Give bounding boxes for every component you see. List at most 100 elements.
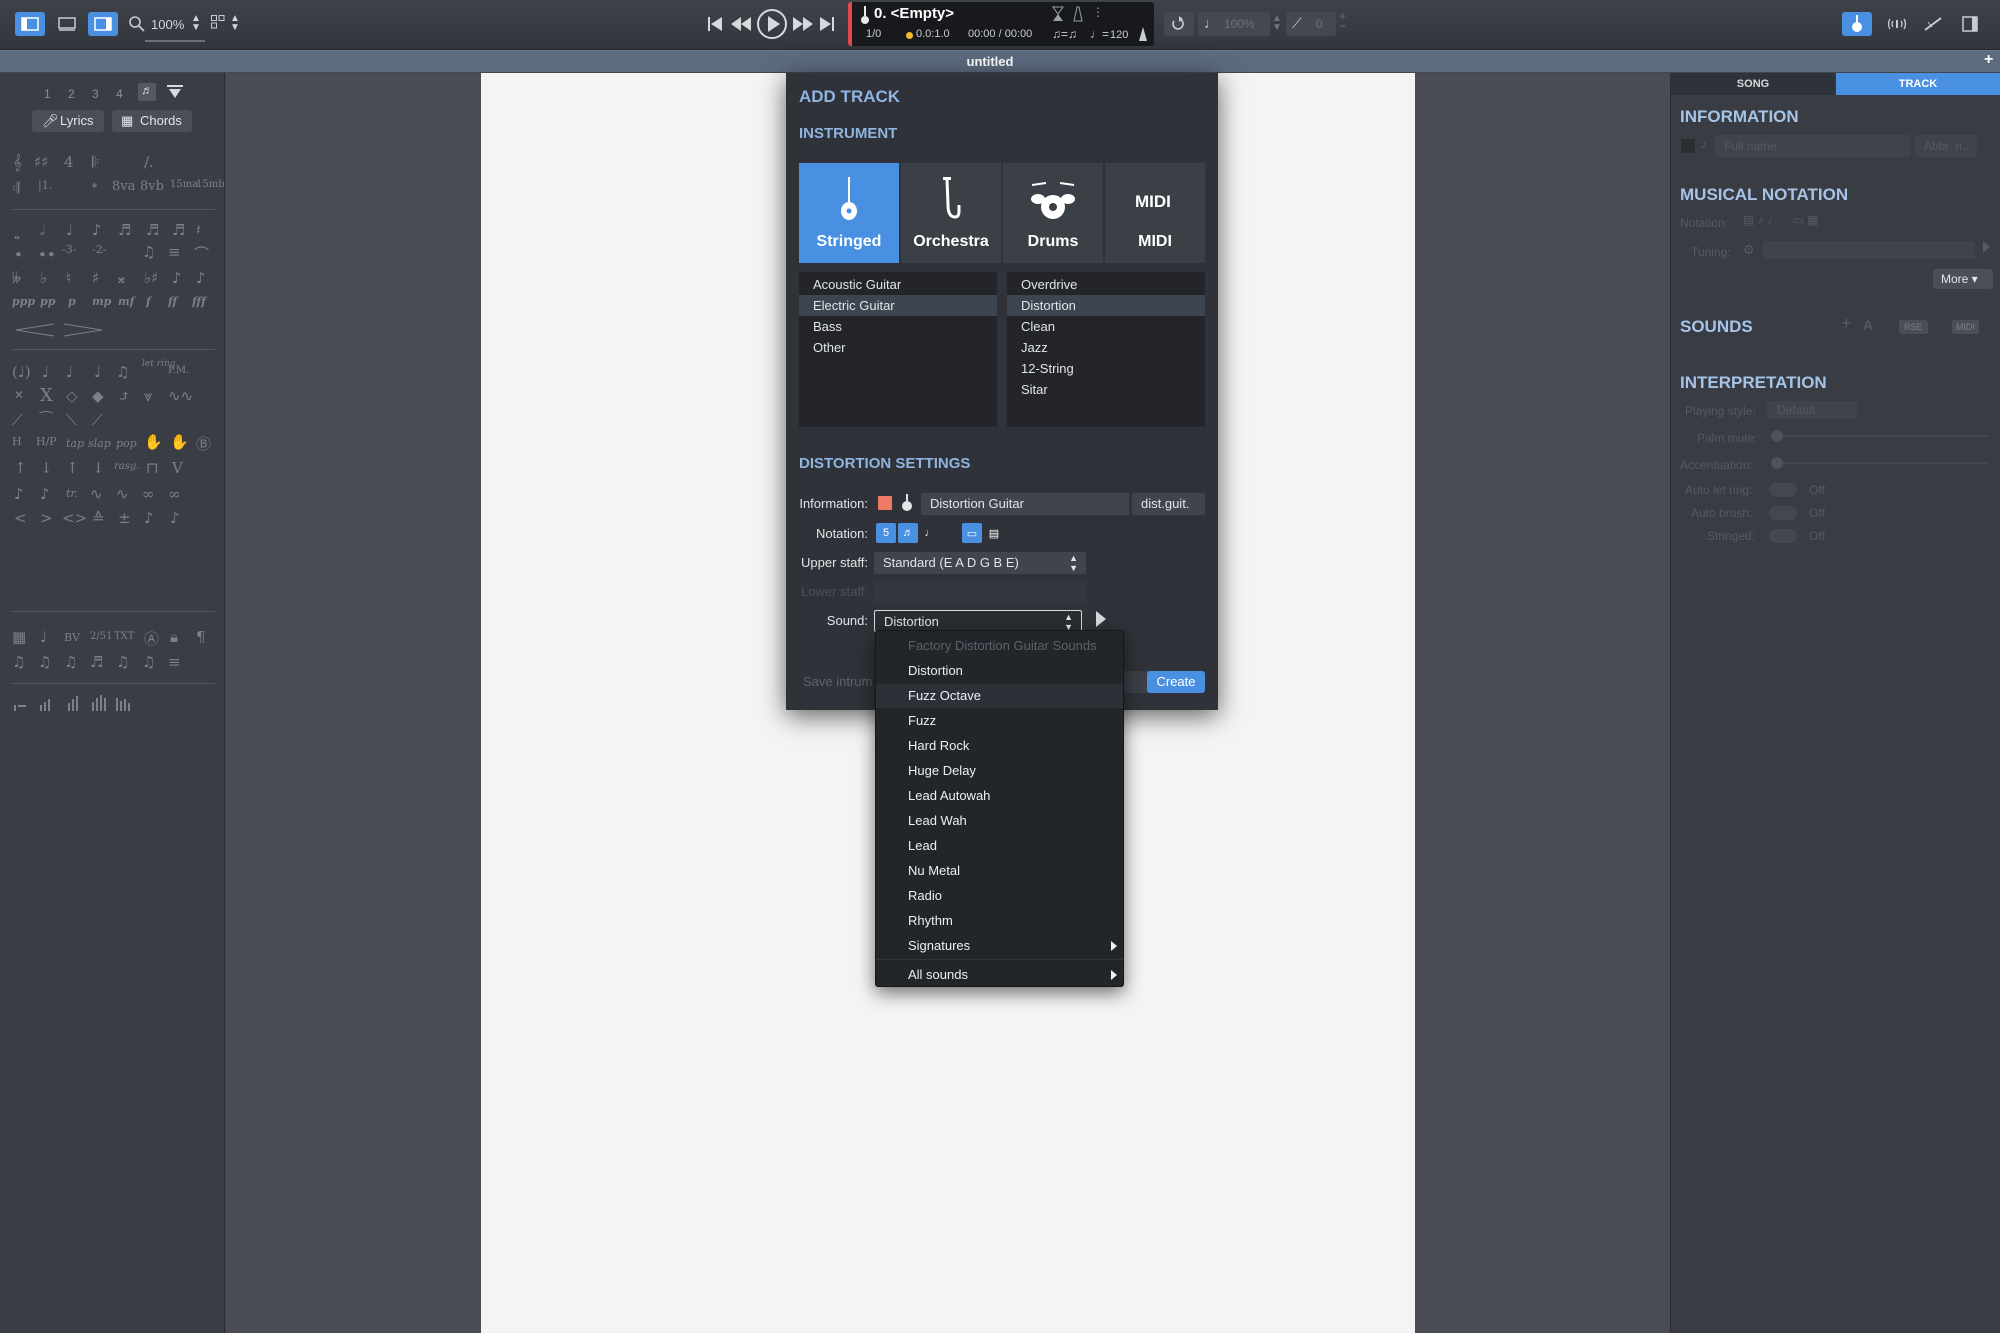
view-left-panel-button[interactable] xyxy=(15,12,45,36)
list-item[interactable]: Sitar xyxy=(1007,379,1205,400)
golpe-icon[interactable]: ♪ xyxy=(144,509,154,527)
auto-brush-toggle[interactable] xyxy=(1769,506,1797,520)
list-item[interactable]: Clean xyxy=(1007,316,1205,337)
dynamic-ff[interactable]: ff xyxy=(168,295,177,308)
slide-in-icon[interactable]: ⟋ xyxy=(92,411,103,429)
sharp-icon[interactable]: ♯ xyxy=(92,269,99,287)
track-lcd-display[interactable]: 0. <Empty> 1/0 0.0:1.0 00:00 / 00:00 ⋮ ♫… xyxy=(848,2,1154,46)
pop-text[interactable]: pop xyxy=(116,437,137,450)
heavy-accent-icon[interactable]: ♩ xyxy=(66,363,73,381)
menu-item[interactable]: Fuzz xyxy=(876,709,1123,733)
chord-diagram-palette-icon[interactable]: ▦ xyxy=(12,628,26,646)
beam-triple-icon[interactable]: ♬ xyxy=(90,653,103,671)
chords-button[interactable]: ▦ Chords xyxy=(112,110,192,132)
slide-icon[interactable]: ⟋ xyxy=(12,411,23,429)
rest-position-icon[interactable]: ≡ xyxy=(168,653,181,671)
full-name-field[interactable]: Full name xyxy=(1715,135,1911,157)
voice-1[interactable]: 1 xyxy=(44,87,51,101)
ottava-15mb[interactable]: 15mb xyxy=(196,179,225,190)
coda-icon[interactable]: 𝄌 xyxy=(92,179,97,197)
tempo-value[interactable]: 120 xyxy=(1110,29,1128,41)
stringed-toggle[interactable] xyxy=(1769,529,1797,543)
create-button[interactable]: Create xyxy=(1147,671,1205,693)
tuplet-icon[interactable]: -2- xyxy=(92,243,106,256)
right-hand-tap-icon[interactable]: ✋ xyxy=(170,433,189,451)
rse-badge[interactable]: RSE xyxy=(1899,320,1928,334)
golpe-finger-icon[interactable]: ♪ xyxy=(170,509,180,527)
tab-song[interactable]: SONG xyxy=(1671,73,1835,95)
abbreviated-name-field[interactable]: Abbr. n... xyxy=(1915,135,1977,157)
capo-stepper[interactable]: + − xyxy=(1339,10,1346,32)
velocity-levels-icon[interactable] xyxy=(12,693,142,713)
free-time-icon[interactable]: ♩ xyxy=(40,628,47,646)
beam-icon[interactable]: ♫ xyxy=(142,243,155,261)
menu-item[interactable]: Lead xyxy=(876,834,1123,858)
arpeggio-down-icon[interactable]: ↓ xyxy=(92,459,105,477)
beam-group-icon[interactable]: ♫ xyxy=(12,653,25,671)
beam-join-icon[interactable]: ♫ xyxy=(64,653,77,671)
dynamic-mf[interactable]: mf xyxy=(118,295,134,308)
menu-item[interactable]: Hard Rock xyxy=(876,734,1123,758)
loop-button[interactable] xyxy=(1164,12,1194,36)
zoom-level[interactable]: 100% xyxy=(151,17,184,32)
standard-notation-toggle[interactable]: ♬ xyxy=(898,523,918,543)
dynamic-p[interactable]: p xyxy=(68,295,76,308)
list-item[interactable]: Overdrive xyxy=(1007,274,1205,295)
vibrato-icon[interactable]: ∿∿ xyxy=(168,387,193,405)
grace-note-icon[interactable]: ♪ xyxy=(172,269,182,287)
repeat-bar-icon[interactable]: ∕. xyxy=(144,153,154,171)
more-button[interactable]: More ▾ xyxy=(1933,269,1993,289)
tap-text[interactable]: tap xyxy=(66,437,84,450)
clear-accidentals-icon[interactable]: ♭♯ xyxy=(144,269,158,287)
whammy-icon[interactable]: ⩔ xyxy=(144,387,152,405)
sound-button[interactable] xyxy=(1882,12,1912,36)
new-tab-icon[interactable]: + xyxy=(1984,51,1993,69)
category-midi[interactable]: MIDI MIDI xyxy=(1105,163,1205,263)
midi-badge[interactable]: MIDI xyxy=(1952,320,1979,334)
list-item[interactable]: 12-String xyxy=(1007,358,1205,379)
stem-direction-icon[interactable]: ♫ xyxy=(142,653,155,671)
slide-out-icon[interactable]: ⟍ xyxy=(66,411,77,429)
trill-note-icon[interactable]: ♪ xyxy=(14,485,24,503)
quarter-note-icon[interactable]: ♩ xyxy=(66,221,73,239)
rewind-icon[interactable] xyxy=(730,15,752,33)
menu-item[interactable]: Rhythm xyxy=(876,909,1123,933)
list-item-selected[interactable]: Distortion xyxy=(1007,295,1205,316)
menu-item-signatures[interactable]: Signatures xyxy=(876,934,1123,958)
view-right-panel-button[interactable] xyxy=(88,12,118,36)
barre-icon[interactable]: ≙ xyxy=(92,509,105,527)
list-item[interactable]: Jazz xyxy=(1007,337,1205,358)
rasgueado-text[interactable]: rasg. xyxy=(114,461,139,472)
play-icon[interactable] xyxy=(756,8,788,40)
turn-icon[interactable]: ∞ xyxy=(142,485,155,503)
sound-select[interactable]: Distortion ▲ ▼ xyxy=(874,610,1082,632)
guitar-body-icon[interactable] xyxy=(901,494,913,512)
go-to-start-icon[interactable] xyxy=(706,15,724,33)
crescendo-decrescendo-icon[interactable] xyxy=(14,323,104,337)
palm-mute-knob[interactable] xyxy=(1771,430,1783,442)
list-item[interactable]: Acoustic Guitar xyxy=(799,274,997,295)
wide-vibrato-icon[interactable]: ∿ xyxy=(90,485,103,503)
palm-mute-text[interactable]: P.M. xyxy=(168,365,189,376)
half-note-icon[interactable]: 𝅗𝅥 xyxy=(40,221,45,239)
treble-clef-icon[interactable]: 𝄞 xyxy=(13,153,22,171)
playing-style-select[interactable]: Default xyxy=(1767,401,1857,419)
grace-note-after-icon[interactable]: ♪ xyxy=(196,269,206,287)
pilcrow-icon[interactable]: ¶ xyxy=(196,628,206,646)
inspector-button[interactable] xyxy=(1842,12,1872,36)
alternate-ending-icon[interactable]: |1. xyxy=(38,179,52,192)
lyrics-button[interactable]: 🎤︎ Lyrics xyxy=(32,110,104,132)
auto-beam-icon[interactable]: ♫ xyxy=(116,653,129,671)
fingering-icon[interactable]: Ⓑ xyxy=(196,433,211,454)
save-instrument-button[interactable]: Save intrum xyxy=(799,671,879,693)
menu-item[interactable]: Distortion xyxy=(876,659,1123,683)
palette-collapse-icon[interactable] xyxy=(166,85,184,99)
zoom-stepper[interactable]: ▲ ▼ xyxy=(191,14,201,33)
hammer-on-icon[interactable]: H xyxy=(12,435,22,448)
flat-icon[interactable]: ♭ xyxy=(40,269,47,287)
downstroke-icon[interactable]: V xyxy=(172,459,183,477)
accentuation-knob[interactable] xyxy=(1771,457,1783,469)
bar-repeat-icon[interactable]: 𝄇 xyxy=(12,179,19,197)
accent-icon[interactable]: ♩ xyxy=(42,363,49,381)
arpeggio-up-icon[interactable]: ↑ xyxy=(66,459,79,477)
